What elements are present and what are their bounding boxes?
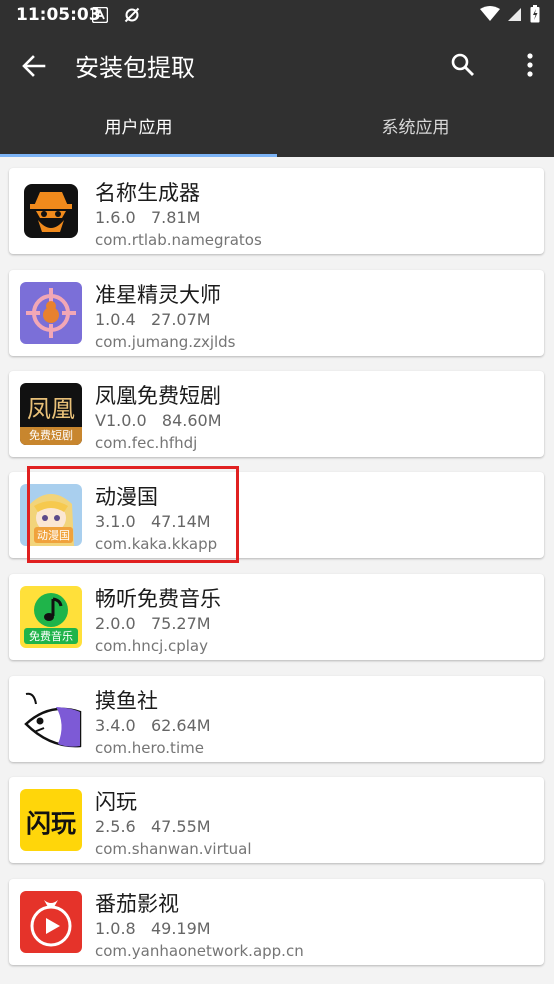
app-name: 名称生成器 xyxy=(95,181,200,205)
a-notification-icon xyxy=(92,7,108,23)
app-name: 番茄影视 xyxy=(95,892,179,916)
shanwan-icon: 闪玩 xyxy=(20,789,82,851)
status-bar: 11:05:03 xyxy=(0,0,554,30)
shanwan-icon-text: 闪玩 xyxy=(25,809,76,838)
app-package: com.jumang.zxjlds xyxy=(95,333,236,351)
app-size: 49.19M xyxy=(150,919,211,938)
app-version: 1.0.4 xyxy=(95,310,136,329)
app-card[interactable]: 番茄影视 1.0.8 49.19M com.yanhaonetwork.app.… xyxy=(9,879,544,965)
app-name: 摸鱼社 xyxy=(95,689,158,713)
status-time: 11:05:03 xyxy=(16,5,101,25)
app-version: 1.0.8 xyxy=(95,919,136,938)
music-note-icon: 免费音乐 xyxy=(20,586,82,648)
battery-icon xyxy=(530,5,540,23)
app-size: 62.64M xyxy=(150,716,211,735)
app-name: 准星精灵大师 xyxy=(95,283,221,307)
app-card[interactable]: 免费音乐 畅听免费音乐 2.0.0 75.27M com.hncj.cplay xyxy=(9,574,544,660)
tab-system-apps[interactable]: 系统应用 xyxy=(277,100,554,157)
search-icon[interactable] xyxy=(448,50,478,80)
app-name: 畅听免费音乐 xyxy=(95,587,221,611)
phoenix-icon-caption: 免费短剧 xyxy=(29,429,73,442)
app-version: 2.5.6 xyxy=(95,817,136,836)
signal-icon xyxy=(508,8,521,21)
sync-off-icon xyxy=(124,7,140,23)
app-card[interactable]: 名称生成器 1.6.0 7.81M com.rtlab.namegratos xyxy=(9,168,544,254)
app-version: 1.6.0 xyxy=(95,208,136,227)
crosshair-icon xyxy=(20,282,82,344)
app-size: 47.55M xyxy=(150,817,211,836)
tomato-play-icon xyxy=(20,891,82,953)
app-meta: 1.0.4 27.07M xyxy=(95,310,211,329)
app-version: 2.0.0 xyxy=(95,614,136,633)
app-size: 75.27M xyxy=(150,614,211,633)
app-card[interactable]: 摸鱼社 3.4.0 62.64M com.hero.time xyxy=(9,676,544,762)
page-title: 安装包提取 xyxy=(75,54,195,82)
spy-icon xyxy=(20,180,82,242)
app-version: 3.4.0 xyxy=(95,716,136,735)
tab-indicator xyxy=(0,154,277,157)
phoenix-drama-icon: 凤凰 免费短剧 xyxy=(20,383,82,445)
app-name: 凤凰免费短剧 xyxy=(95,384,221,408)
highlight-box xyxy=(27,466,239,563)
app-meta: 1.0.8 49.19M xyxy=(95,919,211,938)
app-meta: V1.0.0 84.60M xyxy=(95,411,222,430)
app-meta: 1.6.0 7.81M xyxy=(95,208,200,227)
app-package: com.yanhaonetwork.app.cn xyxy=(95,942,304,960)
app-version: V1.0.0 xyxy=(95,411,147,430)
app-package: com.fec.hfhdj xyxy=(95,434,198,452)
app-size: 7.81M xyxy=(150,208,201,227)
app-size: 27.07M xyxy=(150,310,211,329)
app-package: com.hero.time xyxy=(95,739,204,757)
tab-user-apps[interactable]: 用户应用 xyxy=(0,100,277,157)
tab-bar: 用户应用 系统应用 xyxy=(0,100,554,157)
app-card[interactable]: 凤凰 免费短剧 凤凰免费短剧 V1.0.0 84.60M com.fec.hfh… xyxy=(9,371,544,457)
music-icon-label: 免费音乐 xyxy=(24,628,78,644)
app-package: com.shanwan.virtual xyxy=(95,840,252,858)
app-bar: 安装包提取 xyxy=(0,30,554,100)
app-name: 闪玩 xyxy=(95,790,137,814)
fish-icon xyxy=(20,688,82,750)
app-size: 84.60M xyxy=(161,411,222,430)
app-meta: 2.0.0 75.27M xyxy=(95,614,211,633)
phoenix-icon-title: 凤凰 xyxy=(27,395,75,423)
app-meta: 3.4.0 62.64M xyxy=(95,716,211,735)
more-options-icon[interactable] xyxy=(522,50,538,80)
app-package: com.rtlab.namegratos xyxy=(95,231,262,249)
app-package: com.hncj.cplay xyxy=(95,637,209,655)
app-meta: 2.5.6 47.55M xyxy=(95,817,211,836)
app-card[interactable]: 闪玩 闪玩 2.5.6 47.55M com.shanwan.virtual xyxy=(9,777,544,863)
back-arrow-icon[interactable] xyxy=(18,50,50,82)
wifi-icon xyxy=(480,6,500,21)
app-card[interactable]: 准星精灵大师 1.0.4 27.07M com.jumang.zxjlds xyxy=(9,270,544,356)
